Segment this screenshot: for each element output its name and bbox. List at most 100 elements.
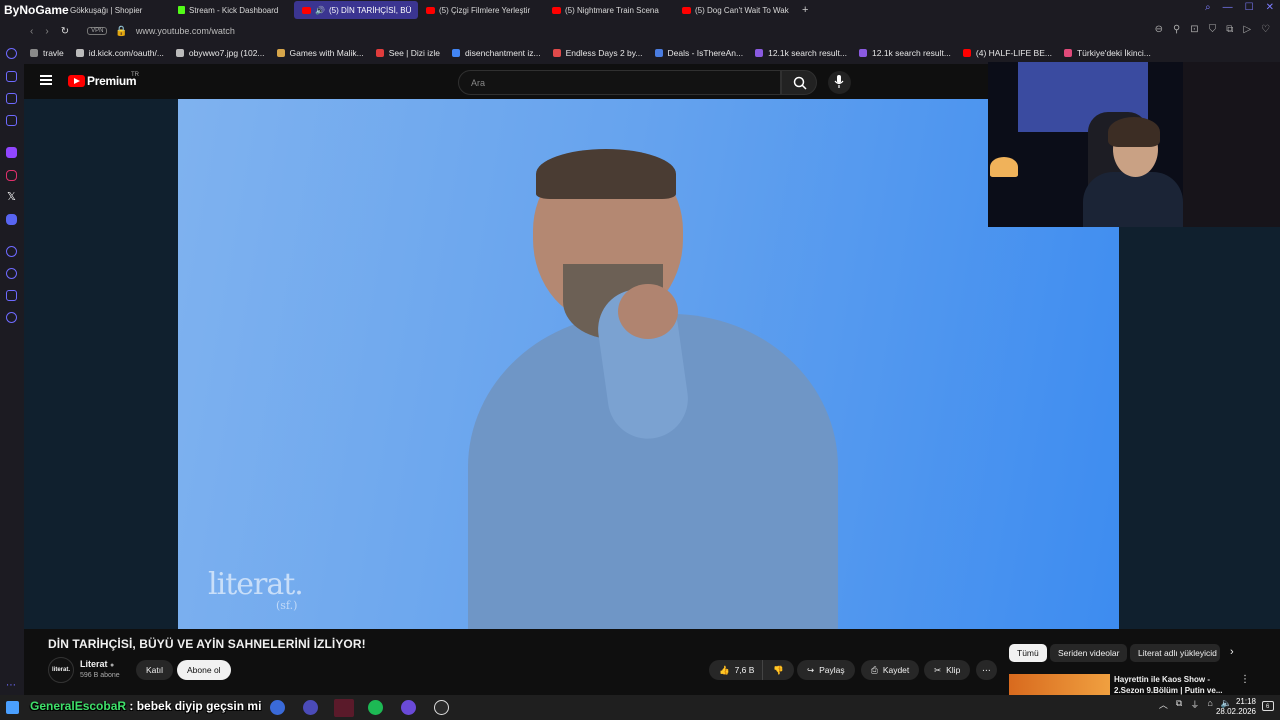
bookmark-favicon-icon [452,49,461,57]
workspaces-icon[interactable] [6,71,17,82]
settings-icon[interactable] [6,312,17,323]
bookmark-item[interactable]: id.kick.com/oauth/... [70,48,170,58]
chip-uploader[interactable]: Literat adlı yükleyicid [1130,644,1220,662]
usb-icon[interactable]: ⏚ [1190,698,1199,711]
bookmark-favicon-icon [1063,49,1072,57]
history-icon[interactable] [6,268,17,279]
start-icon[interactable] [6,701,19,714]
shield-icon[interactable]: ⛉ [1209,24,1217,35]
notification-icon[interactable]: 6 [1262,701,1274,711]
webcam-overlay [988,62,1280,227]
app-icon-3[interactable] [401,700,416,715]
chips-next-icon[interactable]: › [1230,646,1234,658]
bookmark-favicon-icon [962,49,971,57]
bookmark-item[interactable]: Deals - IsThereAn... [649,48,750,58]
bookmark-item[interactable]: (4) HALF-LIFE BE... [957,48,1058,58]
bookmark-label: travle [43,48,64,58]
youtube-header: Premium TR Ara [24,64,990,99]
wallet-icon[interactable] [6,93,17,104]
forward-icon[interactable]: › [45,26,48,37]
share-button[interactable]: ↪ Paylaş [797,660,855,680]
tab-shopier[interactable]: Gökkuşağı | Shopier [62,1,170,19]
display-icon[interactable]: ⧉ [1176,698,1182,711]
tab-label: (5) DİN TARİHÇİSİ, BÜ [328,5,412,15]
new-tab-button[interactable]: + [796,4,814,16]
x-icon[interactable]: 𝕏 [7,190,16,203]
chip-series[interactable]: Seriden videolar [1050,644,1128,662]
channel-avatar[interactable]: literat. [48,657,74,683]
bookmark-item[interactable]: Games with Malik... [271,48,370,58]
subscribe-button[interactable]: Abone ol [177,660,231,680]
tab-youtube-nightmare[interactable]: (5) Nightmare Train Scena [544,1,674,19]
obs-icon[interactable] [434,700,449,715]
tab-youtube-cizgi[interactable]: (5) Çizgi Filmlere Yerleştir [418,1,544,19]
zoom-icon[interactable]: ⊖ [1155,24,1163,35]
tray-chevron-icon[interactable]: ︿ [1159,698,1168,711]
save-label: Kaydet [882,665,910,675]
search-tabs-icon[interactable]: ⌕ [1205,2,1211,13]
close-icon[interactable]: ✕ [1266,2,1274,13]
tab-youtube-active[interactable]: 🔊 (5) DİN TARİHÇİSİ, BÜ [294,1,418,19]
discord-icon[interactable] [6,214,17,225]
bookmark-label: See | Dizi izle [388,48,441,58]
maximize-icon[interactable]: ☐ [1245,2,1254,13]
instagram-icon[interactable] [6,170,17,181]
youtube-premium-logo[interactable]: Premium [87,74,137,88]
bookmark-label: (4) HALF-LIFE BE... [975,48,1052,58]
system-clock[interactable]: 21:18 28.02.2026 [1216,697,1256,717]
dislike-button[interactable]: 👎 [762,660,794,680]
twitch-icon[interactable] [6,147,17,158]
recommendation-title[interactable]: Hayrettin ile Kaos Show - 2.Sezon 9.Bölü… [1114,674,1234,696]
tab-kick-dashboard[interactable]: Stream - Kick Dashboard [170,1,294,19]
channel-watermark: literat. [208,567,304,602]
recommendation-menu-icon[interactable]: ⋮ [1240,674,1250,685]
bookmark-item[interactable]: See | Dizi izle [370,48,446,58]
menu-icon[interactable] [40,75,52,85]
play-icon[interactable]: ▷ [1243,24,1251,35]
youtube-icon [426,6,435,14]
back-icon[interactable]: ‹ [30,26,33,37]
opera-gx-icon[interactable] [334,699,354,717]
vpn-badge[interactable]: VPN [87,27,108,35]
network-icon[interactable]: ⌂ [1207,698,1212,711]
tab-label: Gökkuşağı | Shopier [70,5,143,15]
chip-all[interactable]: Tümü [1009,644,1047,662]
screenshot-icon[interactable] [6,115,17,126]
extensions-sidebar-icon[interactable] [6,290,17,301]
bookmark-item[interactable]: Endless Days 2 by... [547,48,649,58]
recommendation-thumbnail[interactable] [1009,674,1110,695]
bookmark-item[interactable]: Türkiye'deki İkinci... [1058,48,1157,58]
bookmark-item[interactable]: obywwo7.jpg (102... [170,48,271,58]
stream-chat-message: GeneralEscobaR : bebek diyip geçsin mi [30,699,261,713]
reload-icon[interactable]: ↻ [61,26,69,37]
bookmark-item[interactable]: travle [24,48,70,58]
voice-search-button[interactable] [828,71,851,94]
spotify-icon[interactable] [368,700,383,715]
more-icon[interactable]: ⋯ [6,680,16,691]
app-icon-2[interactable] [303,700,318,715]
player-icon[interactable] [6,246,17,257]
tab-youtube-dog[interactable]: (5) Dog Can't Wait To Wak [674,1,796,19]
snapshot-icon[interactable]: ⊡ [1190,24,1198,35]
extensions-icon[interactable]: ⧉ [1226,24,1233,35]
bookmark-item[interactable]: 12.1k search result... [853,48,957,58]
save-button[interactable]: ⎙ Kaydet [861,660,920,680]
search-button[interactable] [781,70,817,95]
app-icon-1[interactable] [270,700,285,715]
minimize-icon[interactable]: — [1223,2,1233,13]
like-button[interactable]: 👍 7,6 B [709,660,763,680]
taskbar: GeneralEscobaR : bebek diyip geçsin mi ︿… [0,695,1280,720]
pin-icon[interactable]: ⚲ [1173,24,1180,35]
youtube-logo-icon[interactable] [68,75,85,87]
bookmark-item[interactable]: 12.1k search result... [749,48,853,58]
clip-button[interactable]: ✂ Klip [924,660,971,680]
join-button[interactable]: Katıl [136,660,174,680]
bookmark-item[interactable]: disenchantment iz... [446,48,547,58]
url-field[interactable]: www.youtube.com/watch [136,26,235,36]
search-input[interactable]: Ara [458,70,781,95]
ai-icon[interactable] [6,48,17,59]
tab-label: Stream - Kick Dashboard [189,5,279,15]
more-actions-button[interactable]: ⋯ [976,660,997,680]
heart-icon[interactable]: ♡ [1261,24,1270,35]
channel-name[interactable]: Literat ● [80,659,114,669]
